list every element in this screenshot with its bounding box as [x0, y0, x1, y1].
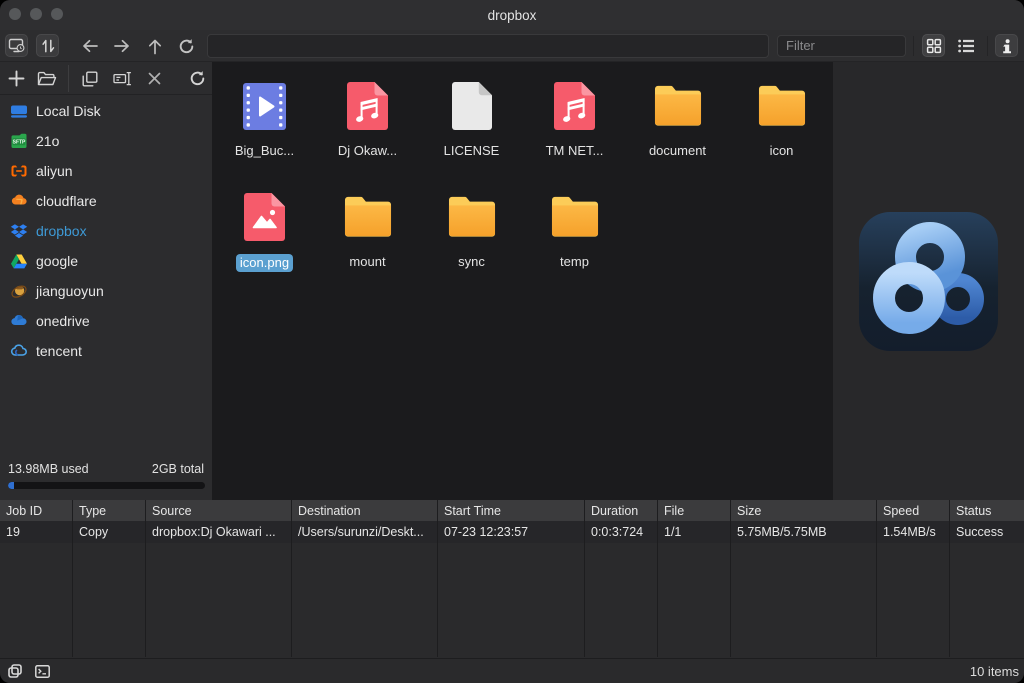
svg-text:SFTP: SFTP — [13, 140, 26, 146]
